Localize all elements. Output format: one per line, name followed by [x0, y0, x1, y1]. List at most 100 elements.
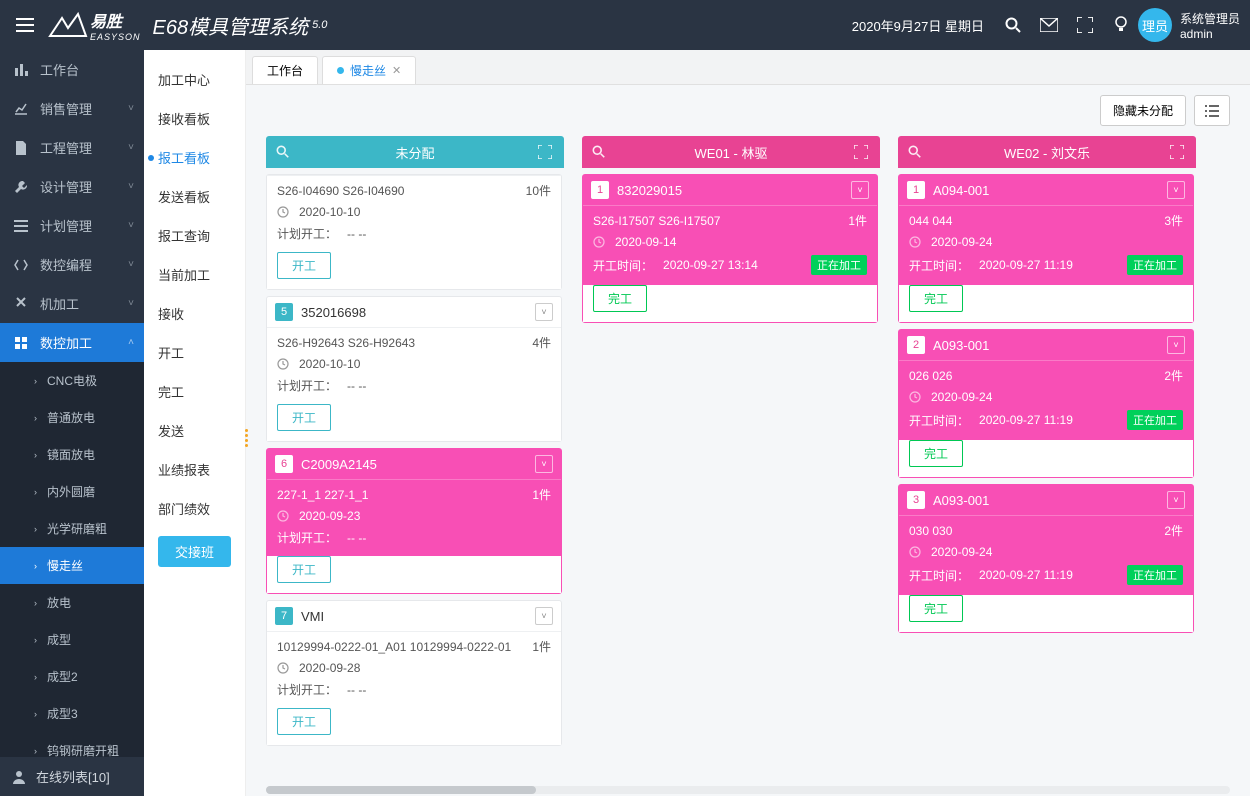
sidebar-item[interactable]: 数控编程˅ [0, 245, 144, 284]
card-action-button[interactable]: 开工 [277, 252, 331, 279]
card-footer: 完工 [899, 440, 1193, 477]
subnav-item[interactable]: 部门绩效 [144, 489, 245, 528]
card-action-button[interactable]: 完工 [593, 285, 647, 312]
user-info[interactable]: 系统管理员 admin [1180, 10, 1240, 41]
task-card[interactable]: 3 A093-001 ˅ 030 0302件 2020-09-24开工时间：20… [898, 484, 1194, 633]
caret-right-icon: › [34, 487, 37, 497]
subnav-item[interactable]: 加工中心 [144, 60, 245, 99]
card-action-button[interactable]: 开工 [277, 404, 331, 431]
search-button[interactable] [1004, 16, 1022, 34]
subnav-item[interactable]: 开工 [144, 333, 245, 372]
sidebar-subitem-label: 慢走丝 [47, 557, 83, 574]
card-action-button[interactable]: 完工 [909, 595, 963, 622]
bulb-button[interactable] [1112, 16, 1130, 34]
sidebar-item-label: 工作台 [40, 60, 79, 79]
card-action-button[interactable]: 完工 [909, 440, 963, 467]
card-header: 2 A093-001 ˅ [899, 330, 1193, 361]
part-codes: S26-I17507 S26-I17507 [593, 214, 720, 228]
chevron-down-icon[interactable]: ˅ [1167, 336, 1185, 354]
sidebar-subitem[interactable]: ›光学研磨粗 [0, 510, 144, 547]
search-icon[interactable] [908, 145, 924, 159]
chart-icon [12, 102, 30, 116]
task-card[interactable]: 6 C2009A2145 ˅ 227-1_1 227-1_11件 2020-09… [266, 448, 562, 594]
expand-icon[interactable] [854, 145, 870, 159]
subnav-item[interactable]: 发送看板 [144, 177, 245, 216]
chevron-down-icon[interactable]: ˅ [1167, 491, 1185, 509]
search-icon[interactable] [276, 145, 292, 159]
shift-button[interactable]: 交接班 [158, 536, 231, 567]
sidebar-item-label: 数控编程 [40, 255, 92, 274]
task-card[interactable]: 1 832029015 ˅ S26-I17507 S26-I175071件 20… [582, 174, 878, 323]
task-card[interactable]: 1 A094-001 ˅ 044 0443件 2020-09-24开工时间：20… [898, 174, 1194, 323]
view-toggle-button[interactable] [1194, 95, 1230, 126]
fullscreen-button[interactable] [1076, 16, 1094, 34]
content: 工作台慢走丝✕ 隐藏未分配 未分配 S26-I04690 S26-I046901… [246, 50, 1250, 796]
tab[interactable]: 工作台 [252, 56, 318, 84]
sidebar-item[interactable]: 销售管理˅ [0, 89, 144, 128]
sidebar-item[interactable]: 设计管理˅ [0, 167, 144, 206]
subnav-item[interactable]: 报工看板 [144, 138, 245, 177]
search-icon[interactable] [592, 145, 608, 159]
sidebar-subitem[interactable]: ›放电 [0, 584, 144, 621]
sidebar-item-label: 工程管理 [40, 138, 92, 157]
subnav-item[interactable]: 接收看板 [144, 99, 245, 138]
chevron-down-icon[interactable]: ˅ [851, 181, 869, 199]
code-icon [12, 259, 30, 271]
list-view-icon [1205, 105, 1219, 117]
card-action-button[interactable]: 开工 [277, 708, 331, 735]
sidebar-subitem[interactable]: ›成型3 [0, 695, 144, 732]
subnav-item[interactable]: 接收 [144, 294, 245, 333]
chevron-down-icon[interactable]: ˅ [1167, 181, 1185, 199]
sidebar-item[interactable]: 工作台 [0, 50, 144, 89]
sidebar-item-label: 机加工 [40, 294, 79, 313]
qty: 4件 [532, 334, 551, 351]
horizontal-scrollbar[interactable] [246, 786, 1250, 796]
date: 2020-09-24 [931, 545, 992, 559]
task-card[interactable]: 2 A093-001 ˅ 026 0262件 2020-09-24开工时间：20… [898, 329, 1194, 478]
task-card[interactable]: 7 VMI ˅ 10129994-0222-01_A01 10129994-02… [266, 600, 562, 746]
expand-icon[interactable] [538, 145, 554, 159]
card-action-button[interactable]: 完工 [909, 285, 963, 312]
sidebar-subitem[interactable]: ›普通放电 [0, 399, 144, 436]
sidebar-item[interactable]: 计划管理˅ [0, 206, 144, 245]
date: 2020-10-10 [299, 205, 360, 219]
doc-icon [12, 141, 30, 155]
sidebar-subitem-label: CNC电极 [47, 372, 97, 389]
wrench-icon [12, 297, 30, 311]
chevron-down-icon[interactable]: ˅ [535, 607, 553, 625]
sidebar-item[interactable]: 数控加工˄ [0, 323, 144, 362]
chevron-down-icon[interactable]: ˅ [535, 303, 553, 321]
chevron-down-icon[interactable]: ˅ [535, 455, 553, 473]
clock-icon [909, 391, 921, 403]
task-card[interactable]: S26-I04690 S26-I0469010件 2020-10-10计划开工：… [266, 174, 562, 290]
close-icon[interactable]: ✕ [392, 64, 401, 77]
card-action-button[interactable]: 开工 [277, 556, 331, 583]
hide-unassigned-button[interactable]: 隐藏未分配 [1100, 95, 1186, 126]
sidebar-subitem[interactable]: ›CNC电极 [0, 362, 144, 399]
sidebar-subitem[interactable]: ›慢走丝 [0, 547, 144, 584]
sidebar-subitem[interactable]: ›成型 [0, 621, 144, 658]
subnav-item[interactable]: 报工查询 [144, 216, 245, 255]
subnav-item[interactable]: 当前加工 [144, 255, 245, 294]
sidebar-item[interactable]: 工程管理˅ [0, 128, 144, 167]
menu-toggle-button[interactable] [10, 10, 40, 40]
avatar[interactable]: 理员 [1138, 8, 1172, 42]
tab[interactable]: 慢走丝✕ [322, 56, 416, 84]
online-list[interactable]: 在线列表[10] [0, 757, 144, 796]
card-footer: 开工 [267, 252, 561, 289]
subnav-item[interactable]: 完工 [144, 372, 245, 411]
resize-handle[interactable] [245, 423, 251, 453]
chevron-down-icon: ˅ [128, 220, 134, 231]
expand-icon[interactable] [1170, 145, 1186, 159]
subnav-item[interactable]: 业绩报表 [144, 450, 245, 489]
plan-label: 计划开工： [277, 681, 337, 698]
sidebar-subitem[interactable]: ›镜面放电 [0, 436, 144, 473]
mail-button[interactable] [1040, 16, 1058, 34]
sidebar-item[interactable]: 机加工˅ [0, 284, 144, 323]
card-body: S26-I17507 S26-I175071件 2020-09-14开工时间：2… [583, 206, 877, 285]
subnav-item[interactable]: 发送 [144, 411, 245, 450]
sidebar-subitem[interactable]: ›内外圆磨 [0, 473, 144, 510]
task-card[interactable]: 5 352016698 ˅ S26-H92643 S26-H926434件 20… [266, 296, 562, 442]
sidebar-subitem[interactable]: ›成型2 [0, 658, 144, 695]
system-title: E68模具管理系统 [153, 11, 309, 40]
